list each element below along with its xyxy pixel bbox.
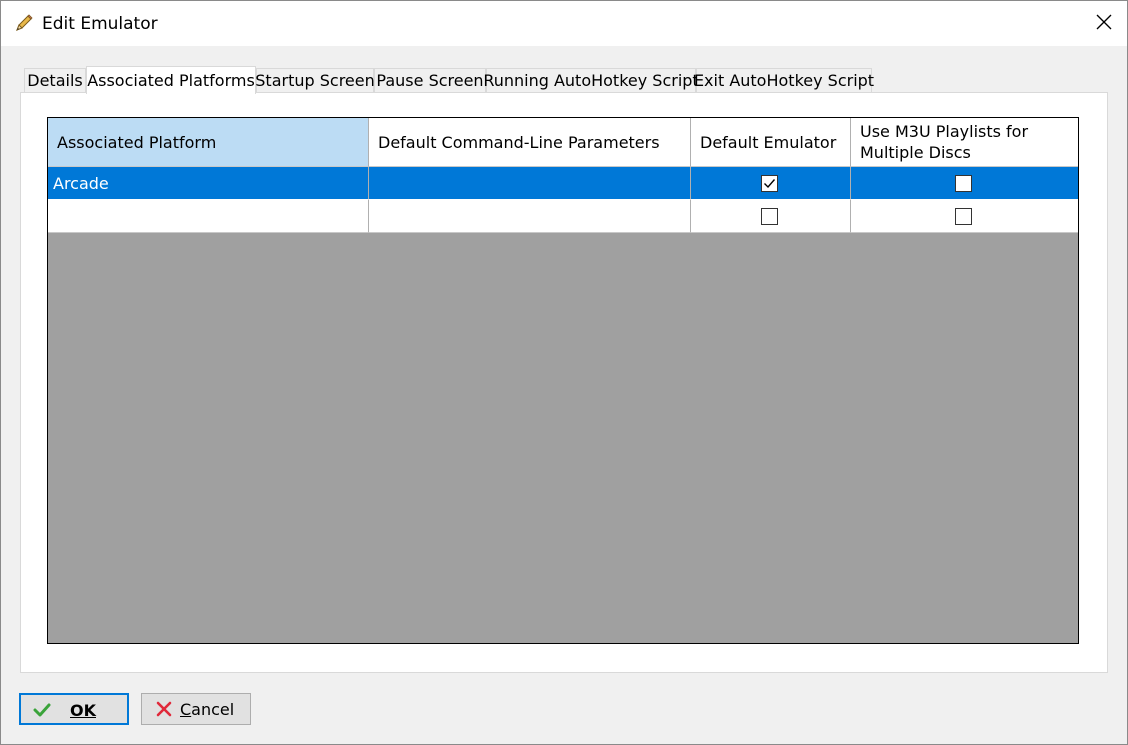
column-header-use-m3u-playlists[interactable]: Use M3U Playlists for Multiple Discs	[851, 118, 1078, 167]
tab-exit-autohotkey-script[interactable]: Exit AutoHotkey Script	[694, 68, 874, 92]
associated-platforms-panel: Associated Platform Default Command-Line…	[20, 92, 1108, 673]
tab-running-autohotkey-script[interactable]: Running AutoHotkey Script	[483, 68, 699, 92]
parameters-cell[interactable]	[369, 167, 691, 200]
platform-cell[interactable]: Arcade	[48, 167, 369, 200]
ok-button[interactable]: OK	[19, 693, 129, 725]
tab-details[interactable]: Details	[24, 68, 86, 92]
tab-pause-screen[interactable]: Pause Screen	[374, 68, 486, 92]
use-m3u-checkbox[interactable]	[955, 207, 972, 225]
cancel-label: Cancel	[180, 700, 234, 719]
close-icon	[1096, 14, 1112, 34]
default-emulator-cell	[691, 200, 851, 233]
platform-cell[interactable]	[48, 200, 369, 233]
column-header-command-line-parameters[interactable]: Default Command-Line Parameters	[369, 118, 691, 167]
check-icon	[33, 702, 51, 722]
title-bar[interactable]: Edit Emulator	[1, 1, 1127, 46]
default-emulator-checkbox[interactable]	[761, 207, 778, 225]
pencil-icon	[14, 13, 34, 33]
cancel-button[interactable]: Cancel	[141, 693, 251, 725]
cancel-label-mnemonic: C	[180, 700, 192, 719]
column-header-associated-platform[interactable]: Associated Platform	[48, 118, 369, 167]
table-row[interactable]: Arcade	[48, 167, 1078, 200]
platforms-grid[interactable]: Associated Platform Default Command-Line…	[47, 117, 1079, 644]
ok-label: OK	[70, 701, 96, 720]
use-m3u-cell	[851, 167, 1078, 200]
edit-emulator-window: Edit Emulator Details Associated Platfor…	[0, 0, 1128, 745]
tab-startup-screen[interactable]: Startup Screen	[255, 68, 375, 92]
default-emulator-checkbox[interactable]	[761, 174, 778, 192]
x-icon	[156, 701, 172, 721]
tab-associated-platforms[interactable]: Associated Platforms	[86, 66, 256, 94]
close-button[interactable]	[1081, 1, 1127, 46]
use-m3u-cell	[851, 200, 1078, 233]
tab-strip: Details Associated Platforms Startup Scr…	[22, 66, 1112, 94]
column-header-default-emulator[interactable]: Default Emulator	[691, 118, 851, 167]
use-m3u-checkbox[interactable]	[955, 174, 972, 192]
default-emulator-cell	[691, 167, 851, 200]
grid-header: Associated Platform Default Command-Line…	[48, 118, 1078, 167]
checkmark-icon	[764, 178, 776, 188]
parameters-cell[interactable]	[369, 200, 691, 233]
cancel-label-rest: ancel	[191, 700, 235, 719]
table-row[interactable]	[48, 200, 1078, 233]
window-title: Edit Emulator	[42, 14, 158, 34]
